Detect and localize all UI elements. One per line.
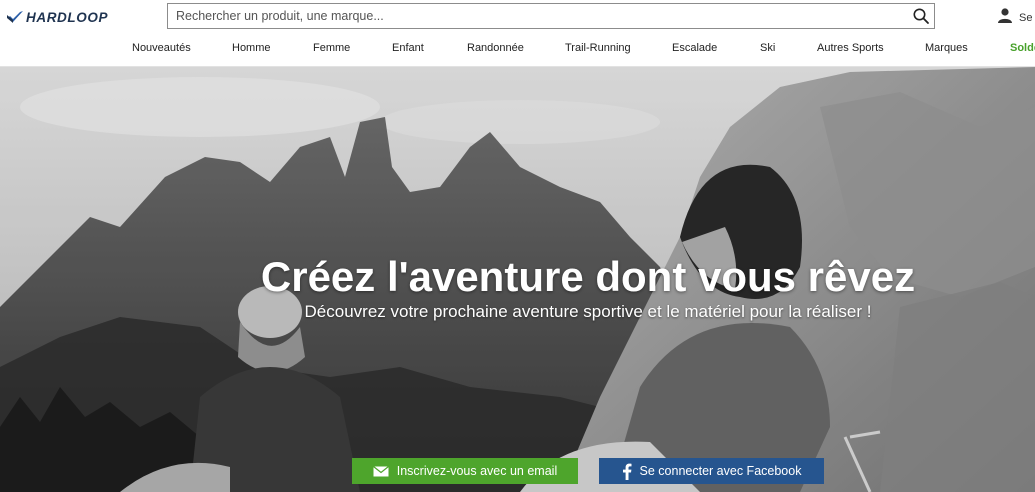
account-label: Se [1019,11,1033,24]
nav-item-ski[interactable]: Ski [760,42,775,54]
account-link[interactable]: Se [997,7,1032,28]
facebook-login-button[interactable]: Se connecter avec Facebook [599,458,824,484]
hero-title: Créez l'aventure dont vous rêvez [260,253,916,300]
brand-name: HARDLOOP [26,9,109,25]
search-input[interactable] [168,4,898,28]
nav-item-homme[interactable]: Homme [232,42,271,54]
search-icon[interactable] [912,7,930,25]
nav-item-autres-sports[interactable]: Autres Sports [817,42,884,54]
nav-item-soldes[interactable]: Solde [1010,42,1035,54]
nav-item-trail-running[interactable]: Trail-Running [565,42,631,54]
hero-subtitle: Découvrez votre prochaine aventure sport… [304,302,872,321]
nav-item-femme[interactable]: Femme [313,42,350,54]
facebook-login-label: Se connecter avec Facebook [639,464,802,478]
email-signup-label: Inscrivez-vous avec un email [396,464,558,478]
user-icon [997,7,1013,28]
hero-banner: Créez l'aventure dont vous rêvez Découvr… [0,67,1035,492]
nav-item-enfant[interactable]: Enfant [392,42,424,54]
email-signup-button[interactable]: Inscrivez-vous avec un email [352,458,578,484]
search-bar [167,3,935,29]
main-nav: Nouveautés Homme Femme Enfant Randonnée … [0,34,1035,67]
envelope-icon [372,465,389,477]
nav-item-marques[interactable]: Marques [925,42,968,54]
top-header: HARDLOOP Se [0,0,1035,34]
nav-item-randonnee[interactable]: Randonnée [467,42,524,54]
nav-item-nouveautes[interactable]: Nouveautés [132,42,191,54]
facebook-icon [622,463,632,480]
nav-item-escalade[interactable]: Escalade [672,42,717,54]
brand-logo[interactable]: HARDLOOP [7,8,108,26]
bird-logo-icon [7,10,24,25]
